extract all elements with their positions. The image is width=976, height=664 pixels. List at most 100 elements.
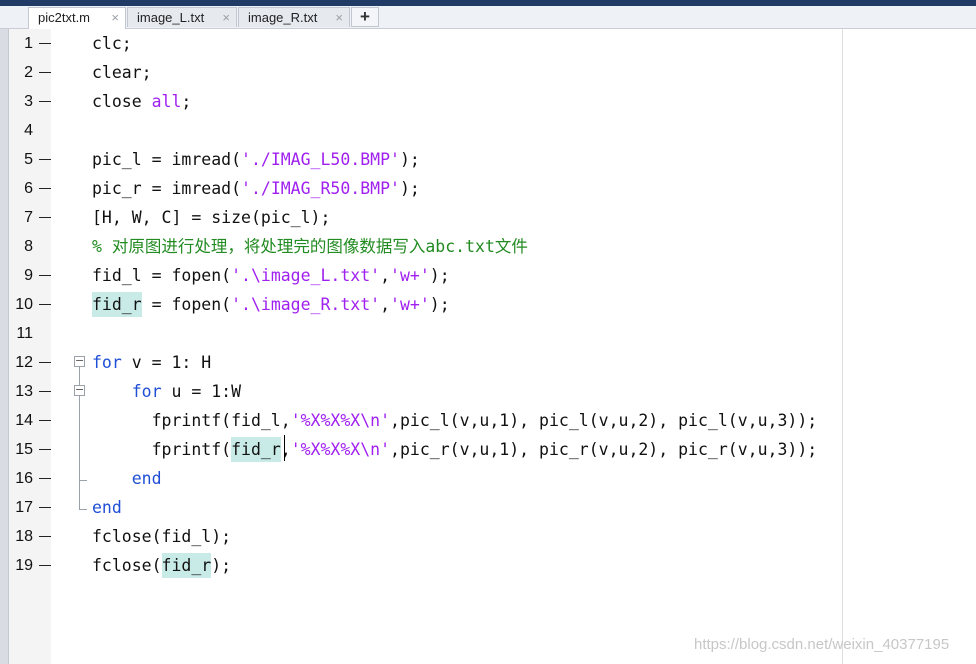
watermark: https://blog.csdn.net/weixin_40377195 — [694, 636, 950, 653]
line-number: 10 — [15, 296, 33, 313]
line-number: 17 — [15, 499, 33, 516]
code-text: % 对原图进行处理，将处理完的图像数据写入abc.txt文件 — [92, 232, 528, 261]
execution-marker[interactable] — [39, 217, 51, 218]
execution-marker[interactable] — [39, 449, 51, 450]
tab-pic2txt[interactable]: pic2txt.m × — [28, 7, 126, 29]
string-token: './IMAG_R50.BMP' — [241, 179, 400, 198]
code-text: [H, W, C] = size(pic_l); — [92, 203, 330, 232]
code-text: end — [92, 493, 122, 522]
code-text: fid_l = fopen('.\image_L.txt','w+'); — [92, 261, 450, 290]
string-token: '.\image_L.txt' — [231, 266, 381, 285]
code-token: fid_l = fopen( — [92, 266, 232, 285]
code-line[interactable]: 3 close all; — [0, 87, 976, 116]
code-text: fid_r = fopen('.\image_R.txt','w+'); — [92, 290, 450, 319]
code-line[interactable]: 10 fid_r = fopen('.\image_R.txt','w+'); — [0, 290, 976, 319]
execution-marker[interactable] — [39, 565, 51, 566]
code-token: pic_r = imread( — [92, 179, 242, 198]
code-token: v = 1: H — [121, 353, 212, 372]
code-line[interactable]: 16 end — [0, 464, 976, 493]
code-text: clear; — [92, 58, 152, 87]
code-line[interactable]: 17 end — [0, 493, 976, 522]
code-line[interactable]: 4 — [0, 116, 976, 145]
code-token: , — [280, 440, 291, 459]
code-line[interactable]: 9 fid_l = fopen('.\image_L.txt','w+'); — [0, 261, 976, 290]
execution-marker[interactable] — [39, 304, 51, 305]
code-token: [H, W, C] = size(pic_l); — [92, 208, 331, 227]
close-icon[interactable]: × — [111, 8, 119, 27]
fold-end-marker — [79, 480, 87, 481]
code-line[interactable]: 19 fclose(fid_r); — [0, 551, 976, 580]
line-number: 14 — [15, 412, 33, 429]
fold-collapse-icon[interactable]: − — [74, 384, 85, 396]
code-line[interactable]: 13 for u = 1:W — [0, 377, 976, 406]
execution-marker[interactable] — [39, 101, 51, 102]
code-line[interactable]: 1 clc; — [0, 29, 976, 58]
fold-collapse-icon[interactable]: − — [74, 355, 85, 367]
execution-marker[interactable] — [39, 391, 51, 392]
line-number: 9 — [24, 267, 33, 284]
code-line[interactable]: 15 fprintf(fid_r,'%X%X%X\n',pic_r(v,u,1)… — [0, 435, 976, 464]
text-cursor — [284, 435, 285, 461]
keyword-token: for — [131, 382, 162, 401]
close-icon[interactable]: × — [222, 8, 230, 27]
line-number: 1 — [24, 35, 33, 52]
tab-image-l[interactable]: image_L.txt × — [127, 7, 237, 27]
string-token: '%X%X%X\n' — [290, 440, 391, 459]
code-line[interactable]: 7 [H, W, C] = size(pic_l); — [0, 203, 976, 232]
line-number: 2 — [24, 64, 33, 81]
code-line[interactable]: 12 for v = 1: H — [0, 348, 976, 377]
add-tab-button[interactable]: + — [351, 7, 379, 27]
code-token: ); — [211, 556, 232, 575]
line-number: 6 — [24, 180, 33, 197]
code-token: clc; — [92, 34, 132, 53]
code-line[interactable]: 18 fclose(fid_l); — [0, 522, 976, 551]
code-token: pic_l = imread( — [92, 150, 242, 169]
execution-marker[interactable] — [39, 507, 51, 508]
execution-marker[interactable] — [39, 275, 51, 276]
code-token: ); — [429, 266, 450, 285]
highlighted-variable: fid_r — [231, 437, 281, 462]
execution-marker[interactable] — [39, 420, 51, 421]
highlighted-variable: fid_r — [161, 553, 212, 578]
editor-tab-bar: pic2txt.m × image_L.txt × image_R.txt × … — [0, 6, 976, 29]
string-token: 'w+' — [390, 295, 430, 314]
execution-marker[interactable] — [39, 478, 51, 479]
code-line[interactable]: 5 pic_l = imread('./IMAG_L50.BMP'); — [0, 145, 976, 174]
execution-marker[interactable] — [39, 72, 51, 73]
code-text: end — [92, 464, 162, 493]
line-number: 3 — [24, 93, 33, 110]
code-line[interactable]: 14 fprintf(fid_l,'%X%X%X\n',pic_l(v,u,1)… — [0, 406, 976, 435]
code-text: pic_r = imread('./IMAG_R50.BMP'); — [92, 174, 420, 203]
line-number: 13 — [15, 383, 33, 400]
fold-end-marker — [79, 509, 87, 510]
tab-label: pic2txt.m — [38, 10, 91, 25]
string-token: all — [151, 92, 182, 111]
line-number: 19 — [15, 557, 33, 574]
code-line[interactable]: 8 % 对原图进行处理，将处理完的图像数据写入abc.txt文件 — [0, 232, 976, 261]
code-text: fprintf(fid_l,'%X%X%X\n',pic_l(v,u,1), p… — [92, 406, 818, 435]
code-token: ); — [399, 179, 420, 198]
execution-marker[interactable] — [39, 362, 51, 363]
code-text: close all; — [92, 87, 191, 116]
execution-marker[interactable] — [39, 159, 51, 160]
close-icon[interactable]: × — [335, 8, 343, 27]
code-line[interactable]: 2 clear; — [0, 58, 976, 87]
string-token: '%X%X%X\n' — [290, 411, 391, 430]
code-token: fprintf( — [92, 440, 232, 459]
code-line[interactable]: 11 — [0, 319, 976, 348]
execution-marker[interactable] — [39, 188, 51, 189]
code-text: clc; — [92, 29, 132, 58]
line-number: 16 — [15, 470, 33, 487]
execution-marker[interactable] — [39, 43, 51, 44]
execution-marker[interactable] — [39, 536, 51, 537]
string-token: '.\image_R.txt' — [231, 295, 381, 314]
line-number: 11 — [16, 325, 33, 342]
code-text: fprintf(fid_r,'%X%X%X\n',pic_r(v,u,1), p… — [92, 435, 817, 464]
code-text: pic_l = imread('./IMAG_L50.BMP'); — [92, 145, 420, 174]
code-line[interactable]: 6 pic_r = imread('./IMAG_R50.BMP'); — [0, 174, 976, 203]
code-token: , — [380, 295, 391, 314]
tab-image-r[interactable]: image_R.txt × — [238, 7, 350, 27]
code-text: for u = 1:W — [92, 377, 241, 406]
